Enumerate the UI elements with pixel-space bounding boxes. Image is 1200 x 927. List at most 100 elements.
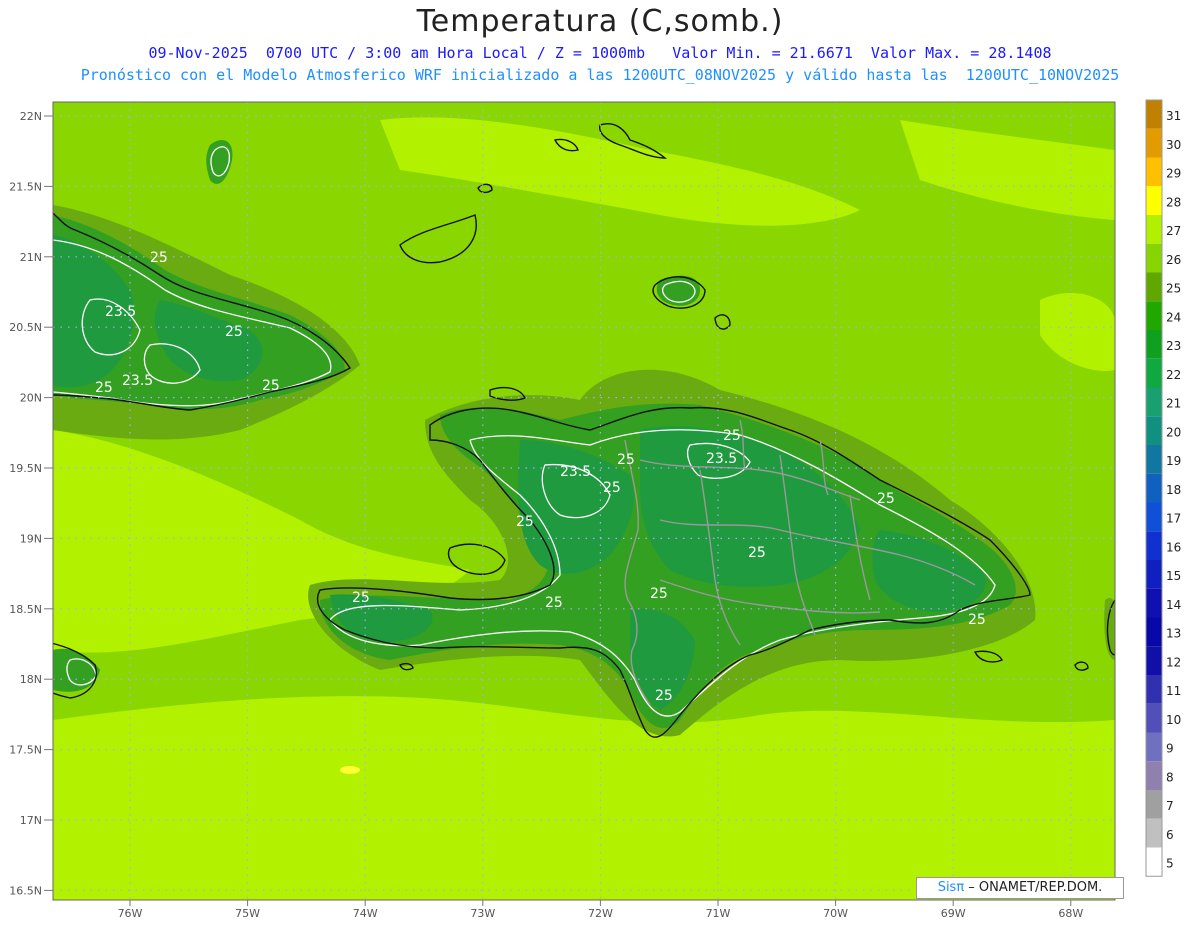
lon-axis: 76W 75W 74W 73W 72W 71W 70W 69W 68W [118, 900, 1083, 920]
contour-label: 25 [723, 428, 741, 444]
lat-tick-label: 19N [20, 532, 42, 545]
lat-tick-label: 21N [20, 251, 42, 264]
colorbar-swatch [1146, 128, 1162, 158]
lon-tick-label: 69W [941, 907, 966, 920]
colorbar-swatch [1146, 301, 1162, 330]
contour-label: 23.5 [706, 451, 737, 467]
lat-tick-label: 17.5N [9, 744, 42, 757]
colorbar-label: 29 [1166, 167, 1181, 181]
temperature-map: 25 23.5 25 25 23.5 25 25 23.5 25 23.5 25… [9, 99, 1181, 920]
colorbar-label: 22 [1166, 368, 1181, 382]
colorbar-swatch [1146, 186, 1162, 215]
colorbar-label: 10 [1166, 713, 1181, 727]
lat-axis: 22N 21.5N 21N 20.5N 20N 19.5N 19N 18.5N 18N 17.5N… [9, 110, 53, 897]
lon-tick-label: 68W [1058, 907, 1083, 920]
contour-label: 25 [352, 590, 370, 606]
colorbar-label: 14 [1166, 598, 1181, 612]
contour-label: 25 [748, 545, 766, 561]
colorbar-label: 21 [1166, 397, 1181, 411]
colorbar-label: 20 [1166, 425, 1181, 439]
colorbar-label: 8 [1166, 770, 1174, 784]
contour-label: 25 [516, 514, 534, 530]
colorbar-swatch [1146, 675, 1162, 704]
colorbar-label: 24 [1166, 310, 1181, 324]
colorbar: 31 30 29 28 27 26 25 24 23 22 21 20 19 18 17 16 15 14 13 12… [1145, 99, 1181, 877]
colorbar-label: 6 [1166, 828, 1174, 842]
contour-label: 23.5 [105, 304, 136, 320]
colorbar-swatch [1146, 531, 1162, 560]
colorbar-swatch [1146, 243, 1162, 273]
contour-label: 25 [617, 452, 635, 468]
colorbar-swatch [1146, 761, 1162, 790]
colorbar-label: 27 [1166, 224, 1181, 238]
colorbar-label: 18 [1166, 483, 1181, 497]
contour-label: 25 [650, 586, 668, 602]
colorbar-swatch [1146, 100, 1162, 129]
colorbar-label: 17 [1166, 512, 1181, 526]
colorbar-swatch [1146, 157, 1162, 187]
colorbar-label: 15 [1166, 569, 1181, 583]
colorbar-label: 12 [1166, 655, 1181, 669]
colorbar-label: 11 [1166, 684, 1181, 698]
lon-tick-label: 76W [118, 907, 143, 920]
lon-tick-label: 71W [706, 907, 731, 920]
colorbar-label: 26 [1166, 253, 1181, 267]
colorbar-label: 9 [1166, 742, 1174, 756]
contour-label: 25 [225, 324, 243, 340]
warm-speck [340, 766, 360, 774]
lat-tick-label: 22N [20, 110, 42, 123]
lat-tick-label: 18N [20, 673, 42, 686]
lat-tick-label: 17N [20, 814, 42, 827]
contour-label: 25 [545, 595, 563, 611]
colorbar-label: 7 [1166, 799, 1174, 813]
credit-text: – ONAMET/REP.DOM. [964, 880, 1103, 895]
contour-label: 25 [262, 378, 280, 394]
colorbar-swatch [1146, 358, 1162, 388]
lon-tick-label: 73W [470, 907, 495, 920]
contour-label: 25 [877, 491, 895, 507]
contour-label: 23.5 [560, 464, 591, 480]
colorbar-swatch [1146, 473, 1162, 503]
colorbar-label: 28 [1166, 195, 1181, 209]
colorbar-label: 19 [1166, 454, 1181, 468]
contour-label: 25 [95, 380, 113, 396]
colorbar-swatch [1146, 646, 1162, 675]
lat-tick-label: 18.5N [9, 603, 42, 616]
colorbar-swatch [1146, 502, 1162, 532]
colorbar-label: 23 [1166, 339, 1181, 353]
lon-tick-label: 70W [823, 907, 848, 920]
colorbar-label: 30 [1166, 138, 1181, 152]
lon-tick-label: 75W [235, 907, 260, 920]
contour-label: 25 [603, 480, 621, 496]
colorbar-swatch [1146, 215, 1162, 244]
colorbar-swatch [1146, 416, 1162, 445]
colorbar-label: 25 [1166, 282, 1181, 296]
lat-tick-label: 21.5N [9, 180, 42, 193]
colorbar-swatch [1146, 330, 1162, 359]
colorbar-label: 5 [1166, 857, 1174, 871]
credit-box: Sisπ – ONAMET/REP.DOM. [916, 877, 1124, 899]
colorbar-swatch [1146, 790, 1162, 819]
contour-label: 23.5 [122, 373, 153, 389]
colorbar-label: 16 [1166, 540, 1181, 554]
colorbar-swatch [1146, 617, 1162, 647]
colorbar-swatch [1146, 387, 1162, 417]
colorbar-swatch [1146, 445, 1162, 474]
lon-tick-label: 72W [588, 907, 613, 920]
colorbar-swatch [1146, 272, 1162, 302]
lon-tick-label: 74W [353, 907, 378, 920]
colorbar-swatch [1146, 847, 1162, 877]
colorbar-swatch [1146, 818, 1162, 848]
lat-tick-label: 16.5N [9, 884, 42, 897]
warm-band-south [53, 696, 1115, 900]
colorbar-swatch [1146, 732, 1162, 762]
colorbar-label: 31 [1166, 109, 1181, 123]
contour-label: 25 [968, 612, 986, 628]
colorbar-label: 13 [1166, 627, 1181, 641]
colorbar-swatch [1146, 560, 1162, 589]
colorbar-swatch [1146, 703, 1162, 733]
colorbar-swatch [1146, 588, 1162, 618]
lat-tick-label: 20N [20, 392, 42, 405]
lat-tick-label: 20.5N [9, 321, 42, 334]
contour-label: 25 [150, 250, 168, 266]
